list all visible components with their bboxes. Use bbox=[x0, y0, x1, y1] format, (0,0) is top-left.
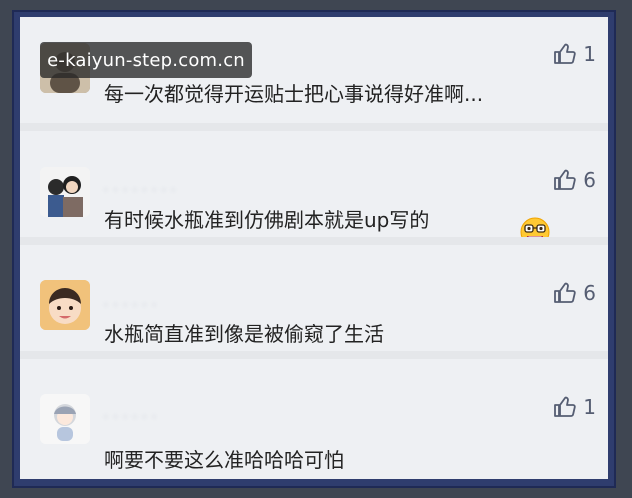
comment-item: · · · · · · 啊要不要这么准哈哈哈可怕 1 bbox=[20, 359, 608, 472]
username: · · · · · · · · bbox=[104, 183, 177, 197]
avatar-image bbox=[40, 167, 90, 217]
comment-item: · · · · · · 水瓶简直准到像是被偷窥了生活 6 bbox=[20, 245, 608, 351]
avatar[interactable] bbox=[40, 394, 90, 444]
like-button[interactable]: 1 bbox=[553, 395, 596, 419]
avatar-image bbox=[40, 394, 90, 444]
thumbs-up-icon bbox=[554, 43, 576, 64]
like-button[interactable]: 1 bbox=[553, 42, 596, 66]
comment-text: 有时候水瓶准到仿佛剧本就是up写的 bbox=[104, 208, 430, 232]
separator bbox=[20, 351, 608, 359]
like-count: 6 bbox=[583, 281, 596, 305]
avatar[interactable] bbox=[40, 280, 90, 330]
avatar-image bbox=[40, 280, 90, 330]
thumbs-up-icon bbox=[554, 169, 576, 190]
like-count: 1 bbox=[583, 395, 596, 419]
avatar[interactable] bbox=[40, 167, 90, 217]
comment-text: 水瓶简直准到像是被偷窥了生活 bbox=[104, 322, 384, 346]
like-count: 1 bbox=[583, 42, 596, 66]
like-button[interactable]: 6 bbox=[553, 281, 596, 305]
comment-text: 啊要不要这么准哈哈哈可怕 bbox=[104, 448, 344, 472]
thumbs-up-icon bbox=[554, 282, 576, 303]
username: · · · · · · bbox=[104, 410, 157, 424]
like-button[interactable]: 6 bbox=[553, 168, 596, 192]
watermark: e-kaiyun-step.com.cn bbox=[40, 42, 252, 78]
like-count: 6 bbox=[583, 168, 596, 192]
separator bbox=[20, 237, 608, 245]
comment-text: 每一次都觉得开运贴士把心事说得好准啊... bbox=[104, 82, 484, 106]
username: · · · · · · bbox=[104, 298, 157, 312]
separator bbox=[20, 123, 608, 131]
thumbs-up-icon bbox=[554, 396, 576, 417]
comment-list: 每一次都觉得开运贴士把心事说得好准啊... 1 · · · · · · · · … bbox=[20, 17, 608, 479]
